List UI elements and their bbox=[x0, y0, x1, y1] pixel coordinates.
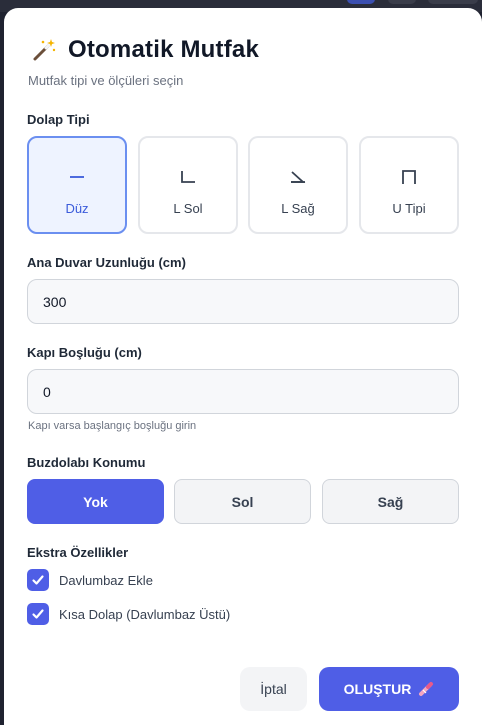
cabinet-type-label-text: U Tipi bbox=[392, 201, 426, 216]
short-cabinet-checkbox[interactable] bbox=[27, 603, 49, 625]
l-right-icon bbox=[291, 171, 306, 183]
background-control bbox=[347, 0, 375, 4]
background-control bbox=[428, 0, 478, 4]
fridge-position-label: Buzdolabı Konumu bbox=[27, 455, 146, 470]
create-button-label: OLUŞTUR bbox=[343, 681, 412, 697]
hood-checkbox[interactable] bbox=[27, 569, 49, 591]
wall-length-input[interactable] bbox=[27, 279, 459, 324]
fridge-option-left[interactable]: Sol bbox=[174, 479, 311, 524]
short-cabinet-checkbox-label: Kısa Dolap (Davlumbaz Üstü) bbox=[59, 606, 231, 622]
extra-item-short-cabinet[interactable]: Kısa Dolap (Davlumbaz Üstü) bbox=[27, 603, 230, 625]
cabinet-type-l-left[interactable]: L Sol bbox=[138, 136, 238, 234]
straight-line-icon bbox=[70, 176, 84, 178]
checkmark-icon bbox=[32, 609, 44, 619]
cabinet-type-label-text: Düz bbox=[65, 201, 89, 216]
cabinet-type-label-text: L Sağ bbox=[281, 201, 315, 216]
dialog-header: Otomatik Mutfak bbox=[30, 36, 259, 64]
u-shape-icon bbox=[402, 170, 416, 184]
hood-checkbox-label: Davlumbaz Ekle bbox=[59, 572, 153, 588]
fridge-option-none[interactable]: Yok bbox=[27, 479, 164, 524]
dialog-title: Otomatik Mutfak bbox=[68, 36, 260, 63]
door-gap-input[interactable] bbox=[27, 369, 459, 414]
extra-item-hood[interactable]: Davlumbaz Ekle bbox=[27, 569, 153, 591]
door-gap-label: Kapı Boşluğu (cm) bbox=[27, 345, 142, 360]
door-gap-hint: Kapı varsa başlangıç boşluğu girin bbox=[28, 420, 197, 432]
checkmark-icon bbox=[32, 575, 44, 585]
crayon-icon bbox=[419, 682, 434, 696]
create-button[interactable]: OLUŞTUR bbox=[319, 667, 459, 711]
magic-wand-icon bbox=[33, 39, 56, 61]
cabinet-type-label: Dolap Tipi bbox=[27, 112, 90, 127]
cabinet-type-u-shape[interactable]: U Tipi bbox=[359, 136, 459, 234]
extras-label: Ekstra Özellikler bbox=[27, 545, 129, 560]
cabinet-type-straight[interactable]: Düz bbox=[27, 136, 127, 234]
dialog-subtitle: Mutfak tipi ve ölçüleri seçin bbox=[28, 73, 184, 88]
background-control bbox=[388, 0, 416, 4]
l-left-icon bbox=[181, 171, 195, 183]
cabinet-type-label-text: L Sol bbox=[173, 201, 203, 216]
wall-length-label: Ana Duvar Uzunluğu (cm) bbox=[27, 255, 186, 270]
auto-kitchen-dialog: Otomatik Mutfak Mutfak tipi ve ölçüleri … bbox=[4, 8, 482, 725]
fridge-option-right[interactable]: Sağ bbox=[322, 479, 459, 524]
cancel-button[interactable]: İptal bbox=[240, 667, 307, 711]
cabinet-type-l-right[interactable]: L Sağ bbox=[248, 136, 348, 234]
